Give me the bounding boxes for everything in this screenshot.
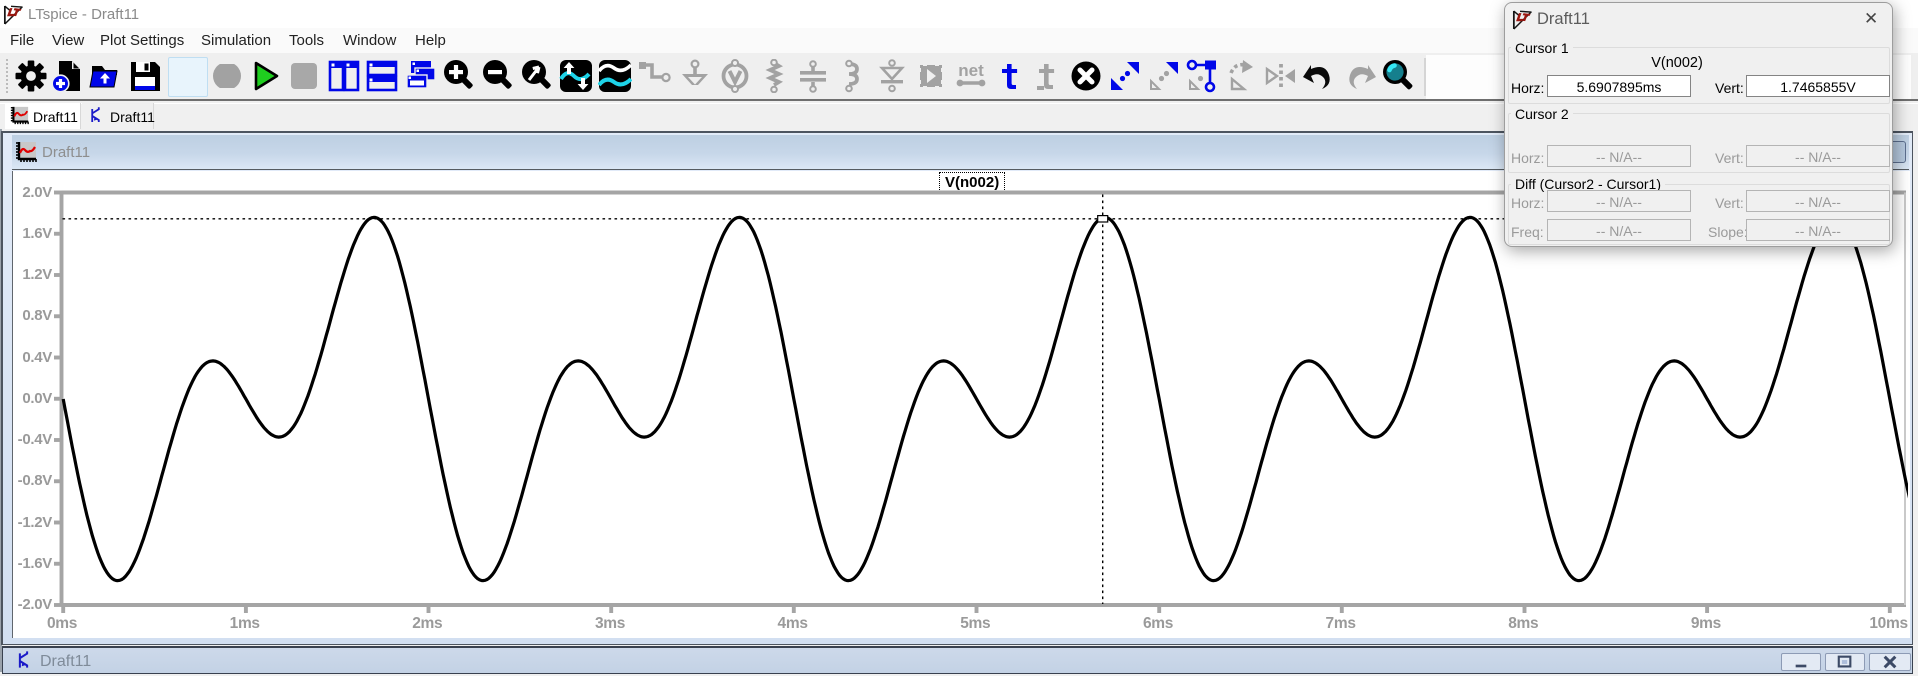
svg-text:net: net [958,61,984,80]
